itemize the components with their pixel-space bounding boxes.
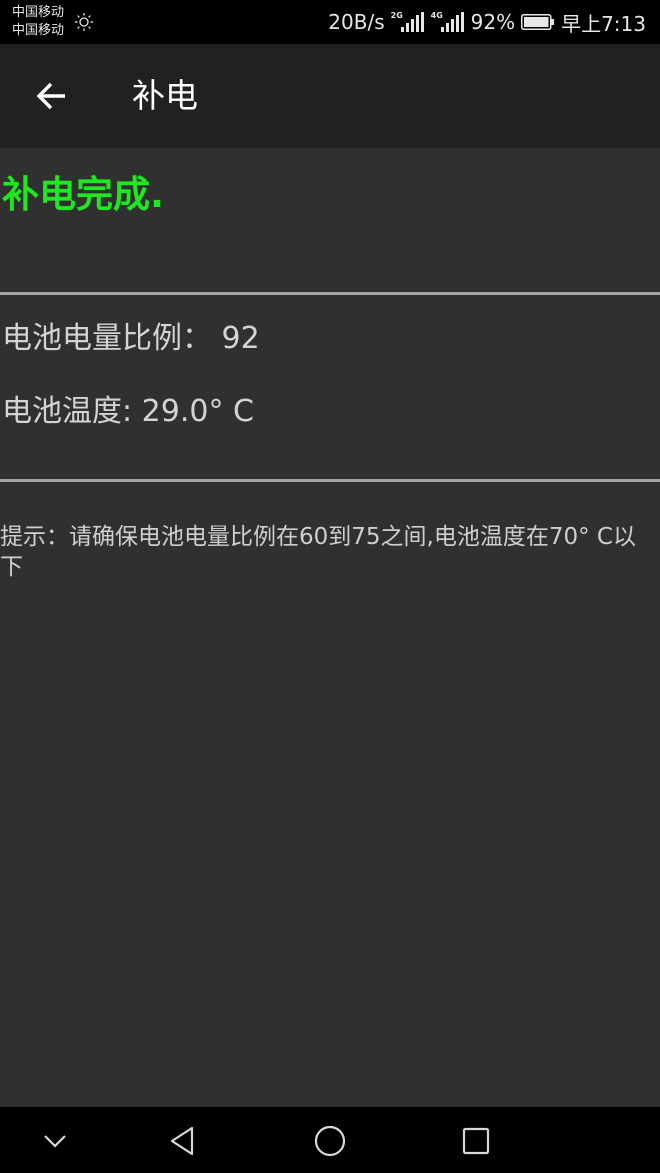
recents-square-icon <box>462 1127 490 1155</box>
page-title: 补电 <box>132 76 198 115</box>
nav-collapse-button[interactable] <box>33 1119 77 1163</box>
battery-percent: 92% <box>470 10 516 34</box>
arrow-left-icon <box>36 82 65 110</box>
carrier-2: 中国移动 <box>12 23 65 38</box>
battery-ratio: 电池电量比例： 92 <box>2 321 260 356</box>
back-button[interactable] <box>30 74 74 118</box>
signal-2-tag: 4G <box>430 11 443 20</box>
back-triangle-icon <box>170 1126 194 1156</box>
divider-bottom <box>0 479 660 482</box>
carrier-labels: 中国移动 中国移动 <box>12 4 64 40</box>
carrier-1: 中国移动 <box>12 5 65 20</box>
status-bar: 中国移动 中国移动 20B/s 2G 4G 92% 早上7:13 <box>0 0 660 44</box>
nav-home-button[interactable] <box>308 1119 352 1163</box>
net-speed: 20B/s <box>328 10 385 34</box>
nav-recents-button[interactable] <box>454 1119 498 1163</box>
signal-icon-2: 4G <box>431 11 465 33</box>
battery-temperature: 电池温度: 29.0° C <box>2 394 254 429</box>
status-message: 补电完成. <box>2 173 165 216</box>
app-bar: 补电 <box>0 44 660 148</box>
status-indicators: 20B/s 2G 4G 92% 早上7:13 <box>328 0 646 44</box>
signal-1-tag: 2G <box>390 11 403 20</box>
divider-top <box>0 292 660 295</box>
hint-text: 提示：请确保电池电量比例在60到75之间,电池温度在70° C以下 <box>0 524 636 580</box>
battery-icon <box>521 14 555 30</box>
home-circle-icon <box>314 1125 346 1157</box>
chevron-down-icon <box>44 1135 66 1148</box>
nav-bar <box>0 1107 660 1173</box>
clock: 早上7:13 <box>561 11 646 36</box>
signal-icon: 2G <box>391 11 425 33</box>
sun-icon <box>75 13 93 31</box>
nav-back-button[interactable] <box>161 1119 205 1163</box>
